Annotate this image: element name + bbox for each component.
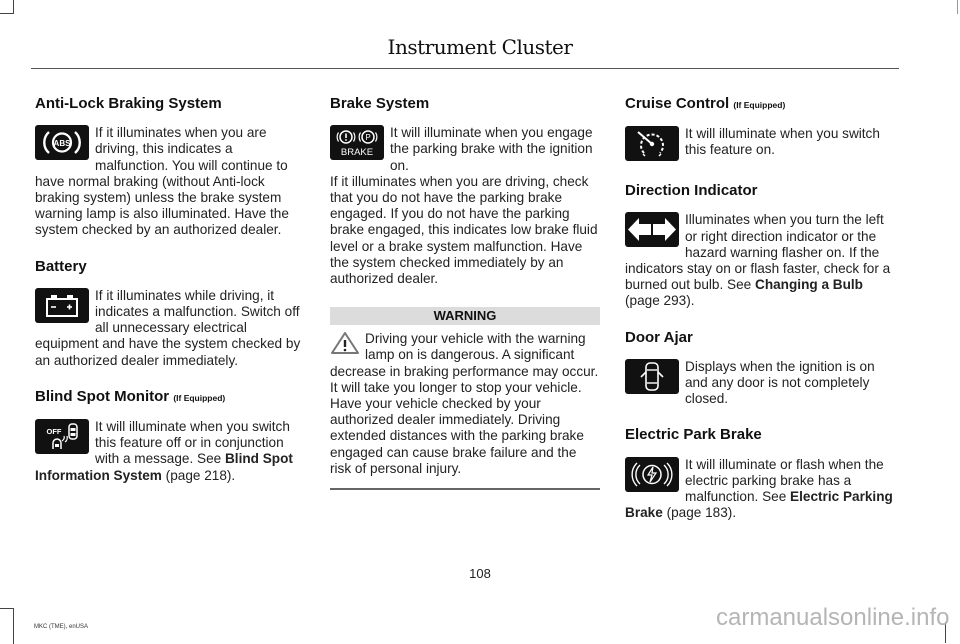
- section-heading: Direction Indicator: [625, 182, 758, 200]
- door-ajar-icon: [625, 358, 679, 394]
- svg-text:P: P: [365, 133, 370, 142]
- warning-label: WARNING: [330, 307, 600, 326]
- section-heading: Battery: [35, 257, 87, 275]
- abs-warning-icon: ABS: [35, 125, 89, 161]
- section-heading: Cruise Control (If Equipped): [625, 95, 786, 112]
- cruise-control-icon: [625, 126, 679, 162]
- section-heading: Brake System: [330, 95, 430, 112]
- section-electric-park-brake: Electric Park Brake It will illuminate o…: [625, 427, 897, 521]
- column-right: Cruise Control (If Equipped) It will ill…: [625, 95, 897, 541]
- direction-indicator-icon: [625, 212, 679, 248]
- svg-text:ABS: ABS: [54, 139, 72, 148]
- page-number: 108: [469, 566, 491, 581]
- warning-text: Driving your vehicle with the warning la…: [330, 331, 599, 476]
- running-header-title: Instrument Cluster: [387, 35, 573, 59]
- brake-label: BRAKE: [341, 147, 373, 158]
- section-door-ajar: Door Ajar Displays when the ignition is …: [625, 328, 897, 408]
- section-anti-lock-braking: Anti-Lock Braking System ABS If it illum…: [35, 95, 307, 239]
- crop-mark-top-right: [957, 0, 958, 14]
- blind-spot-off-label: OFF: [47, 427, 62, 436]
- header-rule: [31, 68, 899, 69]
- warning-box: WARNING Driving your vehicle with the wa…: [330, 307, 600, 491]
- warning-bottom-rule: [330, 488, 600, 491]
- blind-spot-off-icon: OFF: [35, 419, 89, 455]
- crop-mark-bottom-left: [0, 608, 14, 644]
- section-heading: Electric Park Brake: [625, 426, 762, 444]
- watermark: carmanualsonline.info: [716, 604, 950, 631]
- section-battery: Battery If it illuminates while driving,…: [35, 257, 307, 369]
- section-heading: Anti-Lock Braking System: [35, 95, 222, 112]
- section-cruise-control: Cruise Control (If Equipped) It will ill…: [625, 95, 897, 163]
- document-id: MKC (TME), enUSA: [34, 624, 89, 630]
- section-brake-system: Brake System P BRAKE It will illuminate …: [330, 95, 600, 287]
- cross-reference-link[interactable]: Changing a Bulb: [755, 277, 863, 292]
- column-middle: Brake System P BRAKE It will illuminate …: [330, 95, 600, 491]
- section-blind-spot-monitor: Blind Spot Monitor (If Equipped) OFF It …: [35, 387, 307, 484]
- section-heading: Blind Spot Monitor (If Equipped): [35, 387, 226, 405]
- crop-mark-top-left: [0, 0, 14, 14]
- section-direction-indicator: Direction Indicator Illuminates when you…: [625, 183, 897, 309]
- column-left: Anti-Lock Braking System ABS If it illum…: [35, 95, 307, 504]
- section-heading: Door Ajar: [625, 328, 693, 346]
- electric-park-brake-icon: [625, 456, 679, 492]
- section-body-2: If it illuminates when you are driving, …: [330, 173, 598, 287]
- brake-warning-icon: P BRAKE: [330, 125, 384, 161]
- warning-triangle-icon: [330, 331, 360, 355]
- battery-icon: [35, 287, 89, 323]
